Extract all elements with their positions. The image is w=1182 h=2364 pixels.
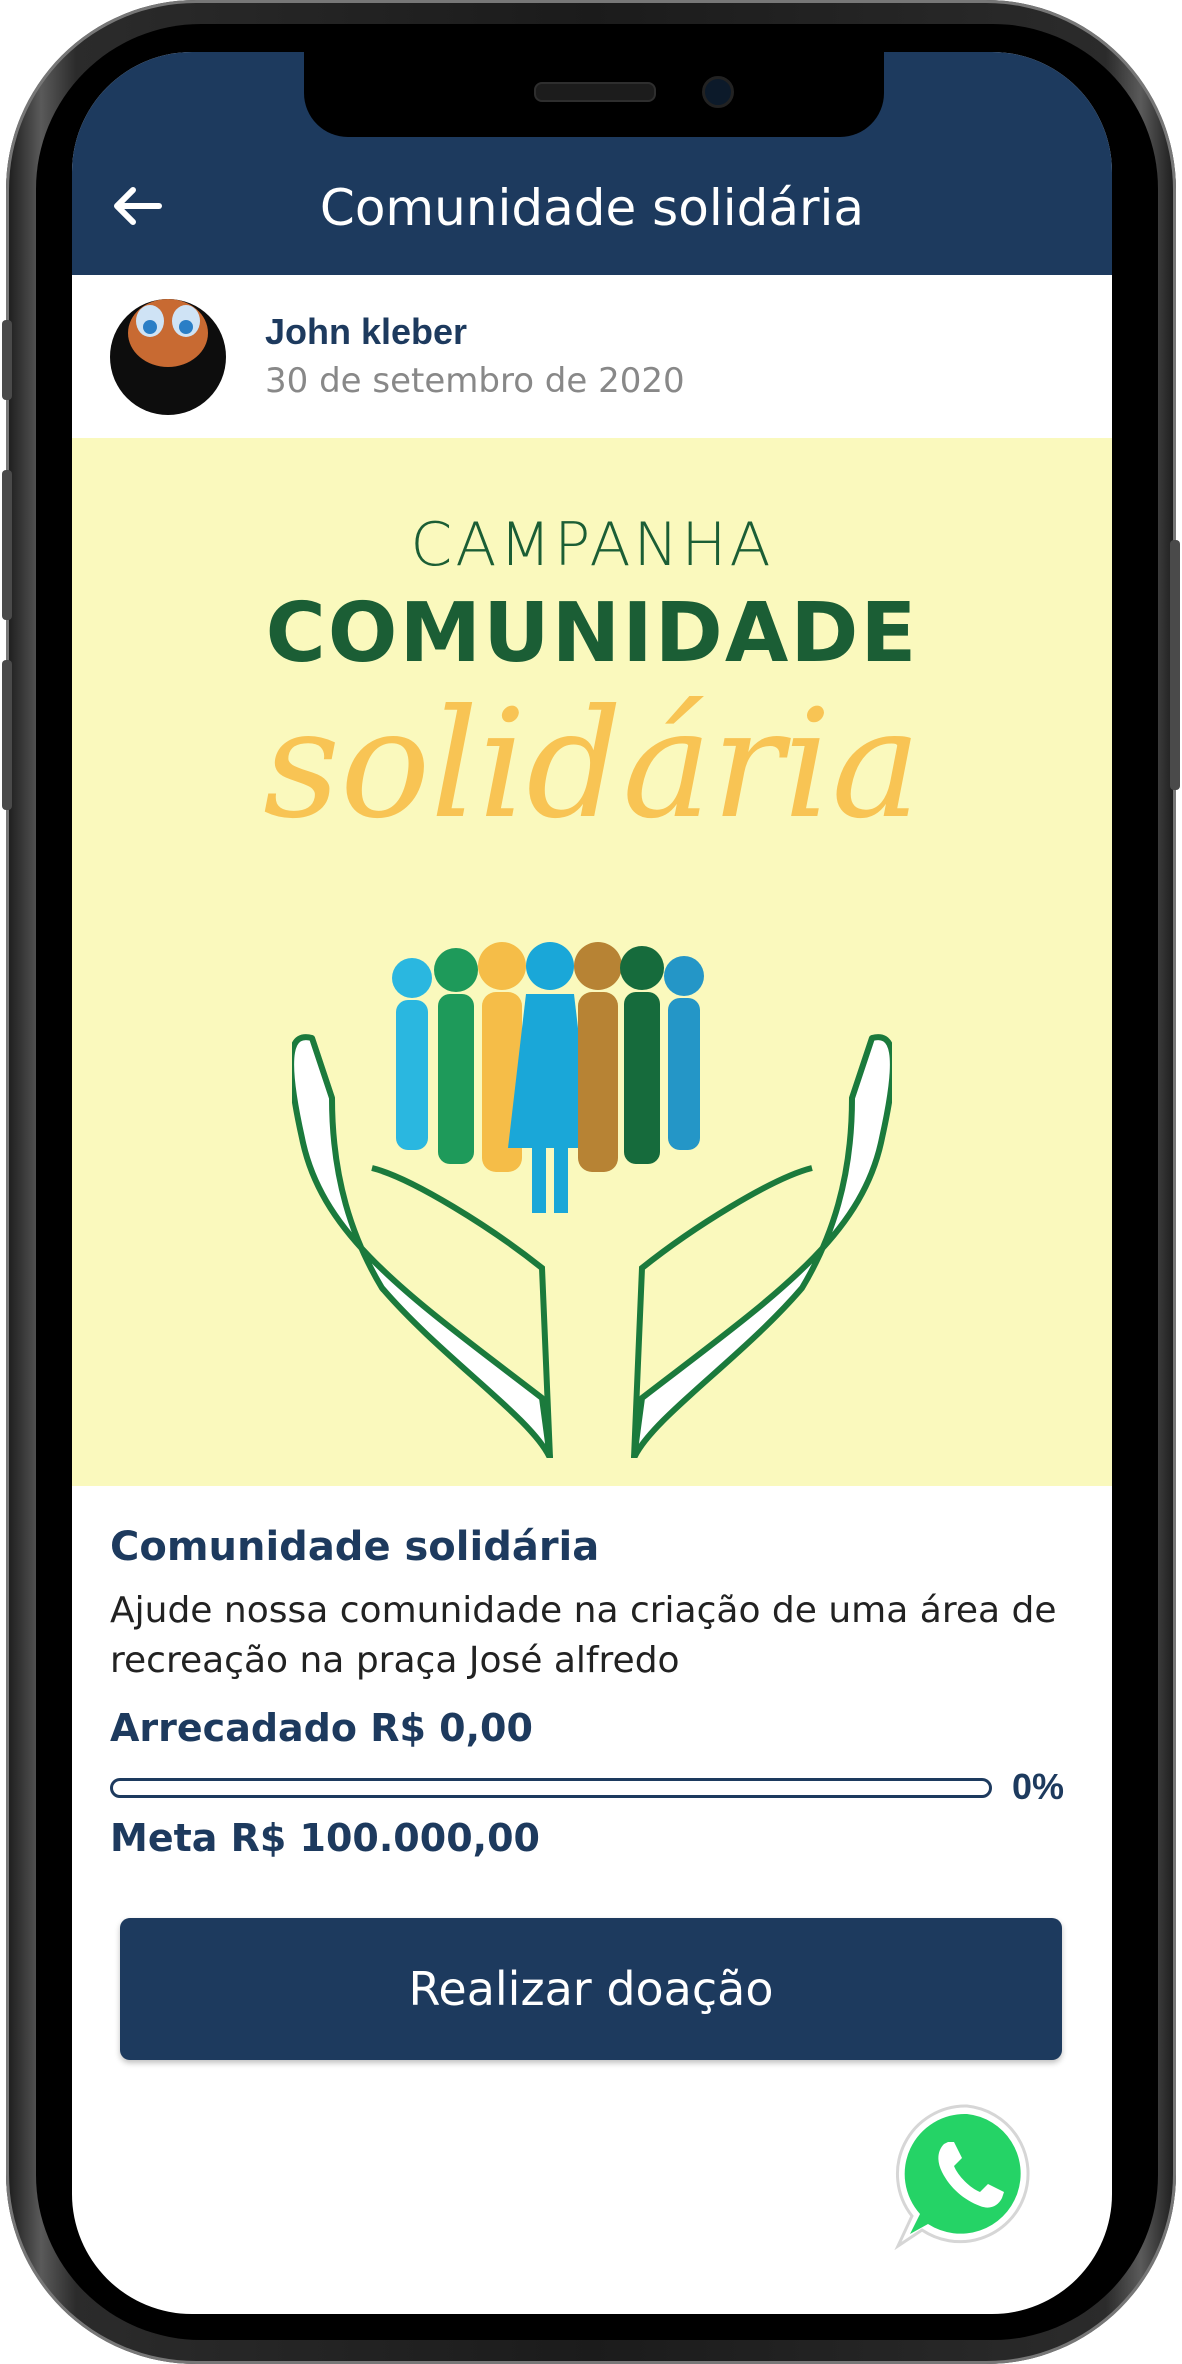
- goal-amount: Meta R$ 100.000,00: [110, 1816, 540, 1860]
- banner-script-text: solidária: [263, 678, 921, 852]
- post-date: 30 de setembro de 2020: [265, 361, 685, 401]
- app-screen: Comunidade solidária John kleber 30 de s…: [72, 52, 1112, 2314]
- banner-heading-large: COMUNIDADE: [265, 586, 919, 681]
- post-author-row: John kleber 30 de setembro de 2020: [72, 275, 1112, 438]
- back-button[interactable]: [102, 178, 172, 234]
- notch: [304, 52, 884, 137]
- progress-percent: 0%: [1012, 1766, 1065, 1807]
- front-camera: [702, 76, 734, 108]
- progress-bar: [110, 1778, 992, 1798]
- avatar-image: [128, 299, 208, 367]
- banner-heading-small: CAMPANHA: [410, 510, 774, 580]
- hands-holding-people-illustration: [292, 942, 892, 1458]
- campaign-banner: CAMPANHA COMUNIDADE solidária: [72, 438, 1112, 1486]
- volume-down-button: [2, 660, 12, 810]
- mute-switch: [2, 320, 12, 400]
- volume-up-button: [2, 470, 12, 620]
- whatsapp-button[interactable]: [892, 2100, 1042, 2251]
- raised-amount: Arrecadado R$ 0,00: [110, 1706, 533, 1750]
- power-button: [1170, 540, 1180, 790]
- donate-button[interactable]: Realizar doação: [120, 1918, 1062, 2060]
- avatar[interactable]: [110, 299, 226, 415]
- device-mockup: Comunidade solidária John kleber 30 de s…: [0, 0, 1182, 2364]
- app-header: Comunidade solidária: [72, 52, 1112, 275]
- whatsapp-icon: [894, 2104, 1030, 2251]
- speaker-grille: [534, 82, 656, 102]
- campaign-description: Ajude nossa comunidade na criação de uma…: [110, 1590, 1057, 1681]
- arrow-left-icon: [114, 187, 162, 225]
- page-title: Comunidade solidária: [319, 179, 865, 237]
- campaign-title: Comunidade solidária: [110, 1524, 600, 1570]
- author-name[interactable]: John kleber: [265, 311, 467, 353]
